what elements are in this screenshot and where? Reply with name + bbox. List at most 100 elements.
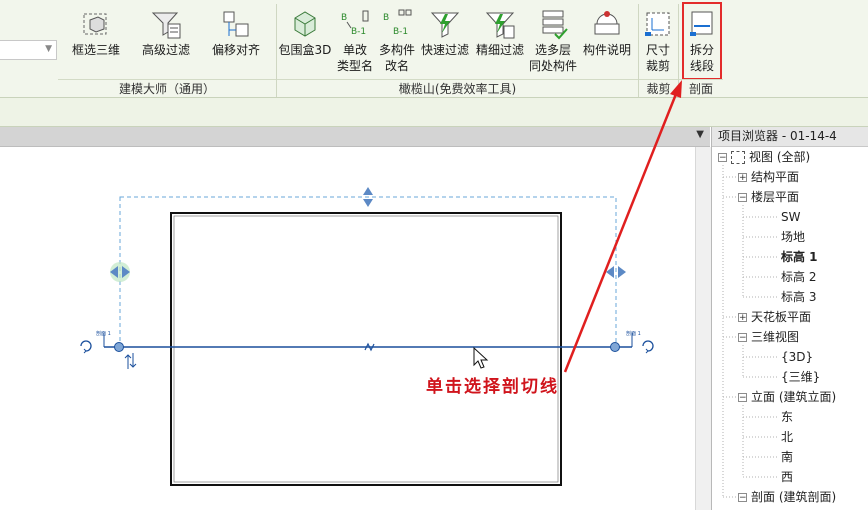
tree-item-floor-plan[interactable]: − 楼层平面 bbox=[738, 187, 799, 207]
box-select-icon bbox=[80, 8, 112, 40]
tree-label: 楼层平面 bbox=[751, 190, 800, 204]
collapse-toggle-icon[interactable]: − bbox=[738, 493, 747, 503]
filter-list-icon bbox=[150, 8, 182, 40]
tool-label: 构件说明 bbox=[582, 43, 631, 57]
tool-select-3d[interactable]: 框选三维 bbox=[66, 2, 126, 80]
ribbon: ▼ 框选三维 高级过滤 偏移对齐 包围盒3D B B-1 单改 类型名 B B-… bbox=[0, 0, 868, 98]
tool-label: 选多层 同处构件 bbox=[528, 43, 577, 73]
chevron-down-icon: ▼ bbox=[45, 44, 52, 54]
svg-text:B-1: B-1 bbox=[393, 27, 408, 37]
tool-label: 框选三维 bbox=[71, 43, 120, 57]
group-label-crop: 裁剪 bbox=[639, 79, 678, 98]
annotation-text: 单击选择剖切线 bbox=[426, 377, 559, 397]
tree-item-site[interactable]: 场地 bbox=[781, 227, 805, 247]
size-crop-icon bbox=[642, 8, 674, 40]
canvas-vertical-scrollbar[interactable] bbox=[695, 147, 711, 510]
tree-label: {3D} bbox=[781, 350, 814, 364]
multi-level-icon bbox=[537, 8, 569, 40]
section-endpoint-left[interactable] bbox=[114, 342, 124, 352]
collapse-toggle-icon[interactable]: − bbox=[718, 153, 727, 163]
tree-label: 南 bbox=[781, 450, 794, 464]
tool-label: 包围盒3D bbox=[278, 43, 332, 57]
cycle-icon[interactable] bbox=[642, 340, 654, 354]
tool-label: 单改 类型名 bbox=[336, 43, 373, 73]
svg-text:B-1: B-1 bbox=[351, 27, 366, 37]
tool-label: 偏移对齐 bbox=[211, 43, 260, 57]
tree-label: 视图 (全部) bbox=[749, 150, 811, 164]
ribbon-left-panel: ▼ bbox=[0, 0, 57, 97]
expand-toggle-icon[interactable]: + bbox=[738, 173, 747, 183]
svg-text:B: B bbox=[341, 13, 347, 23]
tree-item-3d-views[interactable]: − 三维视图 bbox=[738, 327, 799, 347]
tool-label: 快速过滤 bbox=[420, 43, 469, 57]
offset-align-icon bbox=[220, 8, 252, 40]
tree-item-level-1[interactable]: 标高 1 bbox=[781, 247, 818, 267]
tree-label: SW bbox=[781, 210, 801, 224]
drawing-canvas[interactable]: 剖面 1 剖面 1 bbox=[0, 147, 695, 510]
tree-item-3d[interactable]: {3D} bbox=[781, 347, 813, 367]
section-tag-left: 剖面 1 bbox=[96, 330, 111, 337]
expand-toggle-icon[interactable]: + bbox=[738, 313, 747, 323]
section-break-symbol[interactable] bbox=[364, 342, 375, 352]
view-tab-bar: ▼ bbox=[0, 127, 710, 147]
tool-label: 精细过滤 bbox=[475, 43, 524, 57]
highlight-box bbox=[682, 2, 722, 80]
tree-item-south[interactable]: 南 bbox=[781, 447, 793, 467]
tree-label: 立面 (建筑立面) bbox=[751, 390, 837, 404]
rename-type-icon: B B-1 bbox=[339, 8, 371, 40]
tool-bbox-3d[interactable]: 包围盒3D bbox=[278, 2, 332, 80]
tree-item-east[interactable]: 东 bbox=[781, 407, 793, 427]
tree-item-ceiling-plan[interactable]: + 天花板平面 bbox=[738, 307, 811, 327]
tool-adv-filter[interactable]: 高级过滤 bbox=[136, 2, 196, 80]
tree-label: 东 bbox=[781, 410, 794, 424]
options-bar bbox=[0, 98, 868, 127]
tree-item-level-3[interactable]: 标高 3 bbox=[781, 287, 816, 307]
tool-label: 多构件 改名 bbox=[378, 43, 415, 73]
tree-item-elevations[interactable]: − 立面 (建筑立面) bbox=[738, 387, 836, 407]
tree-label: 西 bbox=[781, 470, 794, 484]
bounding-box-3d-icon bbox=[289, 8, 321, 40]
cycle-icon[interactable] bbox=[80, 340, 92, 354]
section-endpoint-right[interactable] bbox=[610, 342, 620, 352]
type-dropdown[interactable]: ▼ bbox=[0, 40, 57, 60]
views-icon bbox=[731, 151, 745, 164]
drag-arrow-down-icon[interactable] bbox=[363, 199, 373, 207]
tree-label: 场地 bbox=[781, 230, 806, 244]
drag-arrow-up-icon[interactable] bbox=[363, 187, 373, 195]
component-desc-icon bbox=[591, 8, 623, 40]
tool-offset-align[interactable]: 偏移对齐 bbox=[206, 2, 266, 80]
tree-label: {三维} bbox=[781, 370, 821, 384]
collapse-toggle-icon[interactable]: − bbox=[738, 333, 747, 343]
tree-item-sw[interactable]: SW bbox=[781, 207, 800, 227]
tool-rename-type[interactable]: B B-1 单改 类型名 bbox=[334, 2, 376, 80]
tree-item-level-2[interactable]: 标高 2 bbox=[781, 267, 816, 287]
project-browser-title: 项目浏览器 - 01-14-4 bbox=[712, 127, 868, 147]
tree-item-views-all[interactable]: − 视图 (全部) bbox=[718, 147, 810, 167]
tool-component-desc[interactable]: 构件说明 bbox=[580, 2, 634, 80]
dropdown-triangle-icon[interactable]: ▼ bbox=[696, 129, 704, 140]
flip-arrows-icon[interactable] bbox=[124, 353, 137, 369]
tool-fine-filter[interactable]: 精细过滤 bbox=[472, 2, 528, 80]
tool-quick-filter[interactable]: 快速过滤 bbox=[418, 2, 472, 80]
tree-item-3d-cn[interactable]: {三维} bbox=[781, 367, 820, 387]
mouse-cursor-icon bbox=[473, 346, 489, 369]
tree-item-north[interactable]: 北 bbox=[781, 427, 793, 447]
group-label-olive-mountain: 橄榄山(免费效率工具) bbox=[277, 79, 638, 98]
tree-item-structural-plan[interactable]: + 结构平面 bbox=[738, 167, 799, 187]
tool-label: 尺寸 裁剪 bbox=[645, 43, 670, 73]
tool-multi-level[interactable]: 选多层 同处构件 bbox=[528, 2, 578, 80]
tool-rename-multi[interactable]: B B-1 多构件 改名 bbox=[377, 2, 417, 80]
tool-label: 高级过滤 bbox=[141, 43, 190, 57]
tool-size-crop[interactable]: 尺寸 裁剪 bbox=[640, 2, 676, 80]
fine-filter-icon bbox=[484, 8, 516, 40]
collapse-toggle-icon[interactable]: − bbox=[738, 393, 747, 403]
tree-label: 标高 3 bbox=[781, 290, 817, 304]
svg-text:B: B bbox=[383, 13, 389, 23]
collapse-toggle-icon[interactable]: − bbox=[738, 193, 747, 203]
project-browser: 项目浏览器 - 01-14-4 − 视图 (全部) + 结构平面 − 楼层平面 SW … bbox=[711, 127, 868, 510]
tree-label: 天花板平面 bbox=[751, 310, 812, 324]
tree-item-west[interactable]: 西 bbox=[781, 467, 793, 487]
tree-label: 剖面 (建筑剖面) bbox=[751, 490, 837, 504]
tree-item-sections[interactable]: − 剖面 (建筑剖面) bbox=[738, 487, 836, 507]
tree-label: 北 bbox=[781, 430, 794, 444]
